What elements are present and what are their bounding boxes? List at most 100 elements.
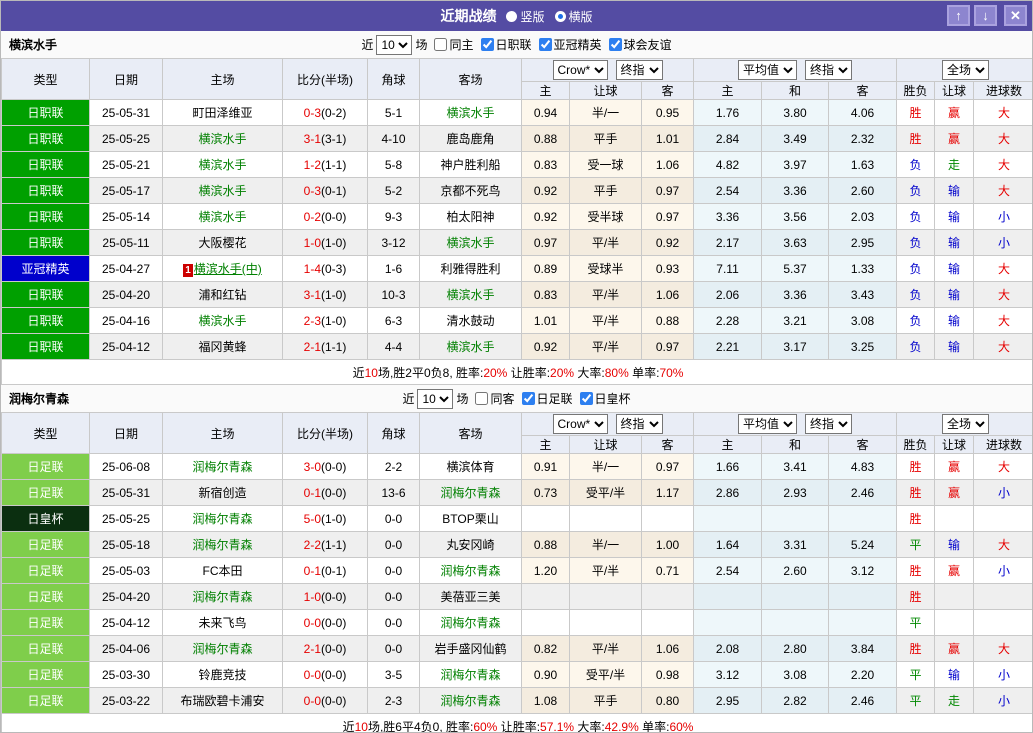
handicap-cell: 半/一	[569, 99, 642, 126]
filter-checkbox[interactable]: 日皇杯	[579, 390, 631, 407]
home-team-cell: 町田泽维亚	[162, 99, 283, 126]
corner-cell: 6-3	[367, 307, 420, 334]
recent-count-select[interactable]: 10	[417, 388, 454, 409]
home-team-cell: 福冈黄蜂	[162, 333, 283, 360]
recent-count-select[interactable]: 10	[376, 34, 413, 55]
filter-checkbox-input[interactable]	[475, 392, 489, 405]
halftime-score: (0-3)	[321, 261, 347, 276]
handicap-cell: 受平/半	[569, 479, 642, 506]
filter-checkbox-input[interactable]	[521, 392, 535, 405]
filter-checkbox[interactable]: 日职联	[480, 36, 532, 53]
odds-away-cell: 0.97	[640, 203, 695, 230]
avg-away-cell: 4.06	[828, 99, 898, 126]
close-button[interactable]: ✕	[1004, 5, 1027, 26]
home-team-name: 横滨水手	[198, 184, 247, 198]
result-cell: 负	[896, 255, 936, 282]
home-team-name[interactable]: 横滨水手(中)	[194, 262, 262, 276]
filter-checkbox[interactable]: 日足联	[521, 390, 573, 407]
league-cell: 日足联	[1, 479, 90, 506]
final-odds-select[interactable]: 终指	[615, 414, 663, 434]
scope-select[interactable]: 全场	[942, 60, 990, 80]
fulltime-score: 1-0	[303, 235, 321, 250]
home-team-cell: 横滨水手	[162, 177, 283, 204]
filter-checkbox-input[interactable]	[579, 392, 593, 405]
date-cell: 25-05-25	[89, 125, 163, 152]
avg-draw-cell: 2.82	[761, 687, 830, 714]
handicap-result-cell: 输	[934, 203, 975, 230]
away-team-cell: 美蓓亚三美	[419, 583, 522, 610]
odds-group-header: Crow* 终指	[520, 412, 695, 436]
filter-checkbox[interactable]: 亚冠精英	[538, 36, 602, 53]
avg-away-cell: 3.25	[828, 333, 898, 360]
avg-draw-cell	[761, 505, 830, 532]
odds-away-cell: 0.80	[640, 687, 695, 714]
halftime-score: (0-1)	[321, 183, 347, 198]
match-row: 日足联 25-03-22 布瑞欧碧卡浦安 0-0(0-0) 2-3 润梅尔青森 1.08 平手…	[1, 687, 1032, 714]
final-odds-select-2[interactable]: 终指	[805, 60, 853, 80]
filter-checkbox-input[interactable]	[480, 38, 494, 51]
filter-checkbox-input[interactable]	[434, 38, 448, 51]
scope-group-header: 全场	[896, 412, 1032, 436]
filter-checkbox[interactable]: 同主	[434, 36, 474, 53]
odds-away-cell: 0.97	[640, 177, 695, 204]
recent-label: 近	[402, 392, 415, 406]
average-select[interactable]: 平均值	[738, 414, 798, 434]
match-row: 日职联 25-04-16 横滨水手 2-3(1-0) 6-3 清水鼓动 1.01 平/半 0.8…	[1, 307, 1032, 334]
match-row: 日职联 25-05-21 横滨水手 1-2(1-1) 5-8 神户胜利船 0.83 受一球 1.…	[1, 151, 1032, 178]
handicap-cell: 受一球	[569, 151, 642, 178]
avg-home-cell: 2.17	[693, 229, 763, 256]
filter-bar: 润梅尔青森 近 10 场 同客 日足联 日皇杯	[1, 385, 1032, 412]
avg-home-cell	[693, 583, 763, 610]
corner-cell: 2-2	[367, 453, 420, 480]
arrow-up-icon: ↑	[955, 8, 962, 23]
average-select[interactable]: 平均值	[738, 60, 798, 80]
match-row: 日职联 25-05-31 町田泽维亚 0-3(0-2) 5-1 横滨水手 0.94 半/一 0.…	[1, 99, 1032, 126]
away-team-name: 润梅尔青森	[440, 616, 501, 630]
layout-radio-vertical[interactable]: 竖版	[506, 8, 545, 25]
home-team-name: 润梅尔青森	[192, 538, 253, 552]
goals-result-cell: 大	[973, 307, 1032, 334]
filter-checkbox[interactable]: 球会友谊	[608, 36, 672, 53]
home-team-name: 横滨水手	[198, 210, 247, 224]
final-odds-select-2[interactable]: 终指	[805, 414, 853, 434]
odds-home-cell: 0.92	[521, 333, 570, 360]
filter-checkbox-input[interactable]	[538, 38, 552, 51]
scroll-down-button[interactable]: ↓	[974, 5, 997, 26]
filter-checkbox-input[interactable]	[608, 38, 622, 51]
odds-away-cell	[640, 505, 695, 532]
goals-result-cell: 小	[973, 687, 1032, 714]
away-team-name: 京都不死鸟	[440, 184, 501, 198]
league-cell: 日足联	[1, 661, 90, 688]
league-cell: 日职联	[1, 151, 90, 178]
col-type: 类型	[1, 412, 90, 454]
bookmaker-select[interactable]: Crow*	[552, 60, 608, 80]
avg-home-cell: 2.21	[693, 333, 763, 360]
odds-away-cell: 0.88	[640, 307, 695, 334]
avg-home-cell: 2.08	[693, 635, 763, 662]
match-row: 日职联 25-05-17 横滨水手 0-3(0-1) 5-2 京都不死鸟 0.92 平手 0.9…	[1, 177, 1032, 204]
halftime-score: (1-0)	[321, 235, 347, 250]
result-cell: 胜	[896, 453, 936, 480]
date-cell: 25-04-12	[89, 609, 163, 636]
summary-segment: 10	[364, 365, 378, 380]
col-avg-home: 主	[693, 435, 763, 454]
bookmaker-select[interactable]: Crow*	[552, 414, 608, 434]
avg-away-cell: 2.20	[828, 661, 898, 688]
filter-checkbox-label: 同主	[449, 38, 474, 52]
scroll-up-button[interactable]: ↑	[947, 5, 970, 26]
handicap-cell: 平/半	[569, 281, 642, 308]
filter-controls: 近 10 场 同客 日足联 日皇杯	[402, 388, 631, 409]
final-odds-select[interactable]: 终指	[615, 60, 663, 80]
summary-row: 近10场,胜2平0负8, 胜率:20% 让胜率:20% 大率:80% 单率:70…	[1, 359, 1032, 385]
away-team-name: 横滨水手	[446, 288, 495, 302]
avg-away-cell: 5.24	[828, 531, 898, 558]
handicap-cell: 受半球	[569, 203, 642, 230]
scope-select[interactable]: 全场	[942, 414, 990, 434]
layout-radio-horizontal[interactable]: 横版	[554, 8, 593, 25]
handicap-cell: 平/半	[569, 635, 642, 662]
date-cell: 25-04-16	[89, 307, 163, 334]
odds-away-cell: 1.01	[640, 125, 695, 152]
date-cell: 25-04-20	[89, 583, 163, 610]
filter-checkbox[interactable]: 同客	[475, 390, 515, 407]
away-team-cell: 京都不死鸟	[419, 177, 522, 204]
